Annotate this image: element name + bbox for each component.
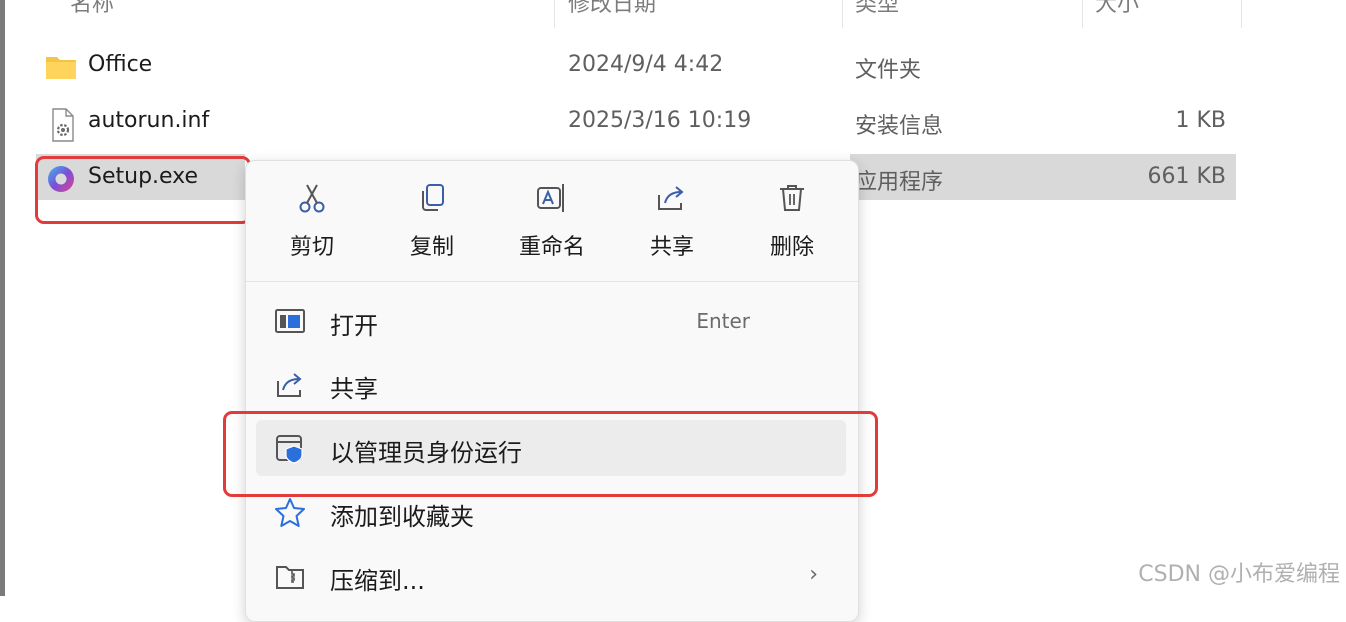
- file-date: 2024/9/4 4:42: [568, 52, 724, 77]
- annotation-box-setup: [35, 156, 251, 224]
- menu-item-shortcut: Enter: [696, 309, 750, 333]
- file-type: 安装信息: [855, 114, 944, 139]
- rename-icon: [537, 184, 564, 212]
- context-menu: 剪切 复制 重命名 共享 删除 打开 Enter 共享 以管理员身份运行 添加到…: [245, 160, 859, 622]
- column-header-size[interactable]: 大小: [1095, 0, 1139, 18]
- column-divider[interactable]: [554, 0, 555, 28]
- cut-icon: [299, 184, 325, 213]
- menu-divider: [246, 281, 858, 282]
- window-left-border: [0, 0, 5, 596]
- column-divider[interactable]: [1082, 0, 1083, 28]
- file-size: 1 KB: [1175, 108, 1226, 133]
- file-name: autorun.inf: [88, 108, 210, 133]
- quick-action-label: 复制: [409, 235, 454, 260]
- annotation-box-run-as-admin: [223, 411, 878, 497]
- column-header-date[interactable]: 修改日期: [568, 0, 656, 18]
- file-type: 文件夹: [855, 58, 922, 83]
- column-divider[interactable]: [1241, 0, 1242, 28]
- menu-item-open[interactable]: 打开 Enter: [256, 293, 846, 349]
- column-header: 名称 修改日期 类型 大小: [0, 0, 1346, 28]
- quick-action-rename[interactable]: 重命名: [502, 181, 602, 281]
- quick-action-label: 重命名: [518, 235, 585, 260]
- quick-action-copy[interactable]: 复制: [382, 181, 482, 281]
- quick-action-label: 删除: [769, 235, 814, 260]
- delete-icon: [780, 185, 804, 211]
- quick-action-cut[interactable]: 剪切: [262, 181, 362, 281]
- chevron-right-icon: ›: [809, 562, 818, 587]
- quick-action-label: 剪切: [289, 235, 334, 260]
- file-size: 661 KB: [1147, 164, 1226, 189]
- share-icon: [658, 186, 684, 210]
- column-header-type[interactable]: 类型: [855, 0, 899, 18]
- folder-icon: [44, 51, 78, 83]
- file-name: Office: [88, 52, 153, 77]
- menu-item-label: 压缩到...: [330, 567, 425, 595]
- column-divider[interactable]: [842, 0, 843, 28]
- file-row-autorun[interactable]: autorun.inf 2025/3/16 10:19 安装信息 1 KB: [36, 98, 1236, 146]
- menu-item-share[interactable]: 共享: [256, 356, 846, 412]
- menu-item-label: 打开: [330, 312, 378, 340]
- quick-action-delete[interactable]: 删除: [742, 181, 842, 281]
- menu-item-label: 共享: [330, 375, 378, 403]
- open-icon: [275, 309, 305, 333]
- file-row-office[interactable]: Office 2024/9/4 4:42 文件夹: [36, 42, 1236, 90]
- zip-folder-icon: [276, 566, 304, 589]
- quick-action-label: 共享: [649, 235, 694, 260]
- star-icon: [275, 498, 305, 527]
- share-icon: [277, 373, 302, 397]
- menu-item-label: 添加到收藏夹: [330, 503, 474, 531]
- copy-icon: [422, 184, 444, 211]
- quick-action-share[interactable]: 共享: [622, 181, 722, 281]
- file-date: 2025/3/16 10:19: [568, 108, 752, 133]
- settings-file-icon: [44, 107, 78, 142]
- watermark: CSDN @小布爱编程: [1138, 562, 1340, 587]
- column-header-name[interactable]: 名称: [70, 0, 114, 18]
- file-type: 应用程序: [855, 170, 944, 195]
